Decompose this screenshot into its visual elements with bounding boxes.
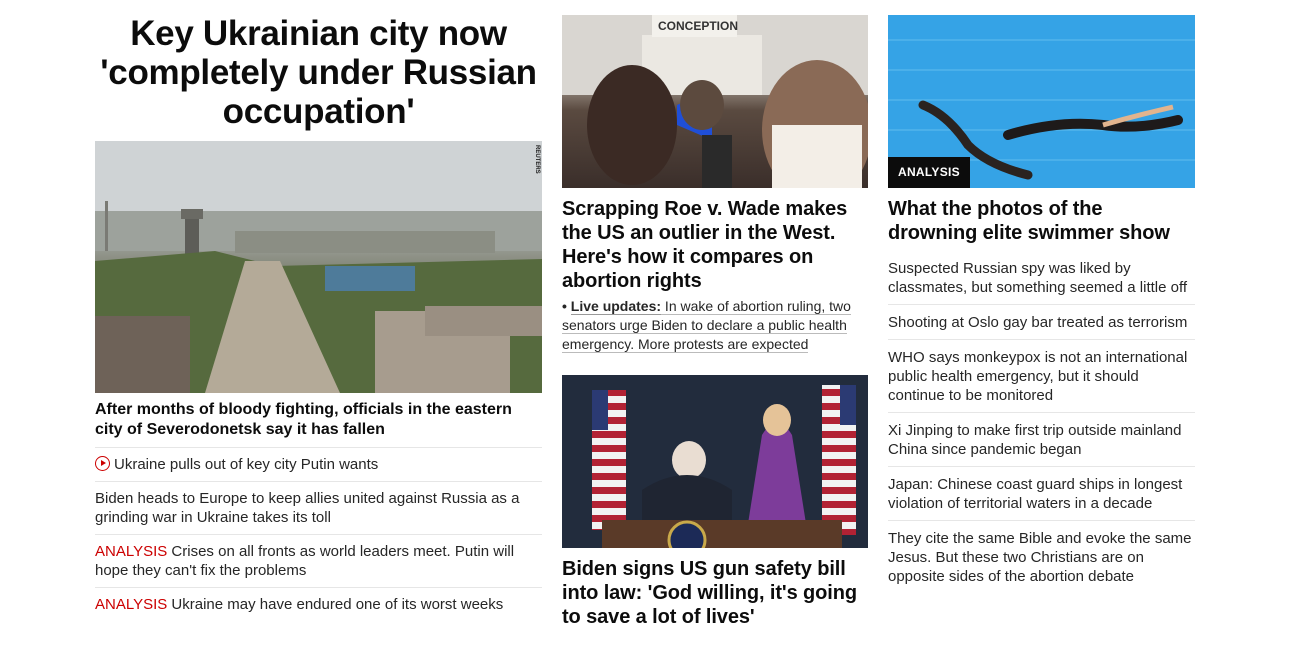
- roe-story: CONCEPTION Scrapping Roe v. Wade makes t…: [562, 15, 868, 354]
- bullet: •: [562, 298, 571, 314]
- biden-story: Biden signs US gun safety bill into law:…: [562, 375, 868, 629]
- link-xi-jinping[interactable]: Xi Jinping to make first trip outside ma…: [888, 413, 1195, 467]
- main-story-image[interactable]: REUTERS: [95, 141, 542, 393]
- image-credit: REUTERS: [534, 145, 540, 174]
- link-monkeypox[interactable]: WHO says monkeypox is not an internation…: [888, 340, 1195, 413]
- analysis-label: ANALYSIS: [95, 543, 168, 560]
- analysis-badge: ANALYSIS: [888, 157, 970, 188]
- swimmer-image[interactable]: ANALYSIS: [888, 15, 1195, 188]
- roe-protest-image[interactable]: CONCEPTION: [562, 15, 868, 188]
- protest-sign-text: CONCEPTION: [658, 19, 738, 33]
- related-link-crises-analysis[interactable]: ANALYSIS Crises on all fronts as world l…: [95, 535, 542, 588]
- link-text: Ukraine may have endured one of its wors…: [167, 596, 504, 613]
- protest-illustration: CONCEPTION: [562, 15, 868, 188]
- main-story: Key Ukrainian city now 'completely under…: [95, 12, 542, 621]
- bill-signing-illustration: [562, 375, 868, 548]
- biden-signing-image[interactable]: [562, 375, 868, 548]
- link-bible-abortion[interactable]: They cite the same Bible and evoke the s…: [888, 521, 1195, 593]
- link-japan-coast-guard[interactable]: Japan: Chinese coast guard ships in long…: [888, 467, 1195, 521]
- city-ruins-illustration: [95, 141, 542, 393]
- main-related-links: Ukraine pulls out of key city Putin want…: [95, 448, 542, 621]
- analysis-label: ANALYSIS: [95, 596, 168, 613]
- biden-story-title[interactable]: Biden signs US gun safety bill into law:…: [562, 557, 868, 629]
- link-text: Biden heads to Europe to keep allies uni…: [95, 490, 520, 526]
- related-link-worst-weeks-analysis[interactable]: ANALYSIS Ukraine may have endured one of…: [95, 588, 542, 621]
- roe-live-updates[interactable]: • Live updates: In wake of abortion ruli…: [562, 297, 868, 354]
- link-text: Ukraine pulls out of key city Putin want…: [114, 456, 379, 473]
- link-russian-spy[interactable]: Suspected Russian spy was liked by class…: [888, 251, 1195, 305]
- swimmer-story: ANALYSIS What the photos of the drowning…: [888, 15, 1195, 593]
- main-headline[interactable]: Key Ukrainian city now 'completely under…: [95, 12, 542, 141]
- related-link-biden-europe[interactable]: Biden heads to Europe to keep allies uni…: [95, 482, 542, 535]
- live-updates-label: Live updates:: [570, 298, 662, 315]
- link-oslo-shooting[interactable]: Shooting at Oslo gay bar treated as terr…: [888, 305, 1195, 340]
- related-link-ukraine-pulls-out[interactable]: Ukraine pulls out of key city Putin want…: [95, 448, 542, 482]
- roe-story-title[interactable]: Scrapping Roe v. Wade makes the US an ou…: [562, 197, 868, 293]
- swimmer-story-title[interactable]: What the photos of the drowning elite sw…: [888, 197, 1195, 245]
- main-lead-text[interactable]: After months of bloody fighting, officia…: [95, 393, 542, 448]
- swimmer-related-links: Suspected Russian spy was liked by class…: [888, 251, 1195, 593]
- play-circle-icon: [95, 456, 110, 471]
